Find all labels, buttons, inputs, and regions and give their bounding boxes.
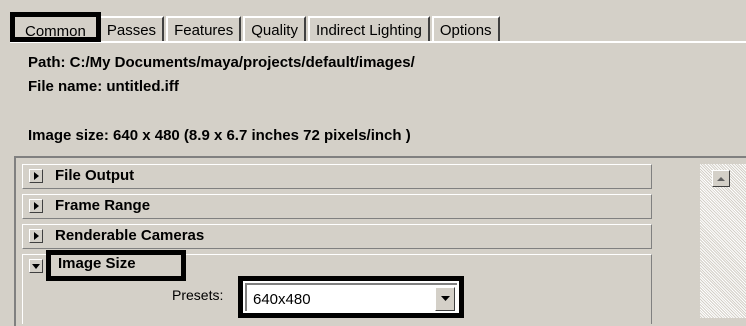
presets-value: 640x480: [253, 291, 311, 308]
triangle-right-icon[interactable]: [29, 229, 43, 243]
tab-common[interactable]: Common: [10, 12, 101, 42]
image-size-text: Image size: 640 x 480 (8.9 x 6.7 inches …: [28, 127, 411, 144]
triangle-right-icon[interactable]: [29, 199, 43, 213]
scroll-up-arrow-icon[interactable]: [712, 170, 730, 187]
section-frame-range[interactable]: Frame Range: [22, 194, 652, 219]
section-label-image-size[interactable]: Image Size: [58, 255, 136, 272]
file-name-text: File name: untitled.iff: [28, 78, 179, 95]
path-text: Path: C:/My Documents/maya/projects/defa…: [28, 54, 415, 71]
section-label: Frame Range: [55, 197, 151, 214]
tab-features[interactable]: Features: [166, 16, 242, 42]
presets-dropdown[interactable]: 640x480: [238, 276, 464, 318]
triangle-down-icon[interactable]: [29, 259, 43, 273]
section-renderable-cameras[interactable]: Renderable Cameras: [22, 224, 652, 249]
section-file-output[interactable]: File Output: [22, 164, 652, 189]
tab-indirect-lighting[interactable]: Indirect Lighting: [307, 16, 430, 42]
tab-bar: Common Passes Features Quality Indirect …: [10, 12, 502, 42]
triangle-down-icon[interactable]: [435, 287, 455, 311]
vertical-scrollbar[interactable]: [700, 164, 746, 318]
tab-divider: [10, 41, 746, 43]
tab-options[interactable]: Options: [431, 16, 500, 42]
section-label: File Output: [55, 167, 135, 184]
section-label: Renderable Cameras: [55, 227, 205, 244]
tab-passes[interactable]: Passes: [98, 16, 165, 42]
tab-quality[interactable]: Quality: [243, 16, 306, 42]
triangle-right-icon[interactable]: [29, 169, 43, 183]
presets-label: Presets:: [172, 287, 224, 303]
